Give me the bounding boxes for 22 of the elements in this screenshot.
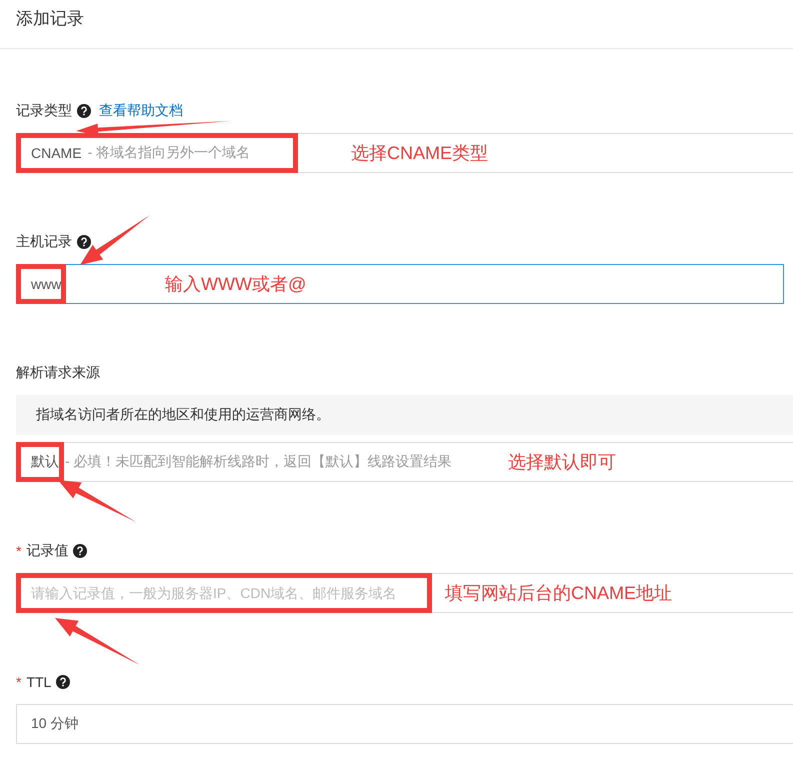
help-icon[interactable] — [77, 104, 91, 118]
page-title: 添加记录 — [16, 8, 84, 30]
highlight-frame — [16, 264, 66, 304]
annotation-text: 选择CNAME类型 — [351, 142, 488, 165]
field-label: 记录类型 — [16, 102, 72, 120]
pointer-arrow — [80, 215, 150, 265]
required-mark: * — [16, 543, 22, 559]
help-icon[interactable] — [77, 235, 91, 249]
help-docs-link[interactable]: 查看帮助文档 — [99, 102, 183, 120]
field-label: TTL — [26, 674, 52, 690]
field-label: 主机记录 — [16, 233, 72, 251]
field-label: 记录值 — [26, 542, 68, 560]
required-mark: * — [16, 674, 22, 690]
field-label: 解析请求来源 — [16, 364, 100, 382]
help-icon[interactable] — [56, 675, 70, 689]
highlight-frame — [16, 442, 64, 482]
annotation-text: 输入WWW或者@ — [165, 273, 306, 296]
help-icon[interactable] — [73, 544, 88, 558]
info-note: 指域名访问者所在的地区和使用的运营商网络。 — [16, 395, 793, 435]
annotation-text: 填写网站后台的CNAME地址 — [445, 582, 672, 605]
select-field[interactable]: 10 分钟 — [16, 704, 793, 744]
annotation-text: 选择默认即可 — [508, 451, 616, 474]
